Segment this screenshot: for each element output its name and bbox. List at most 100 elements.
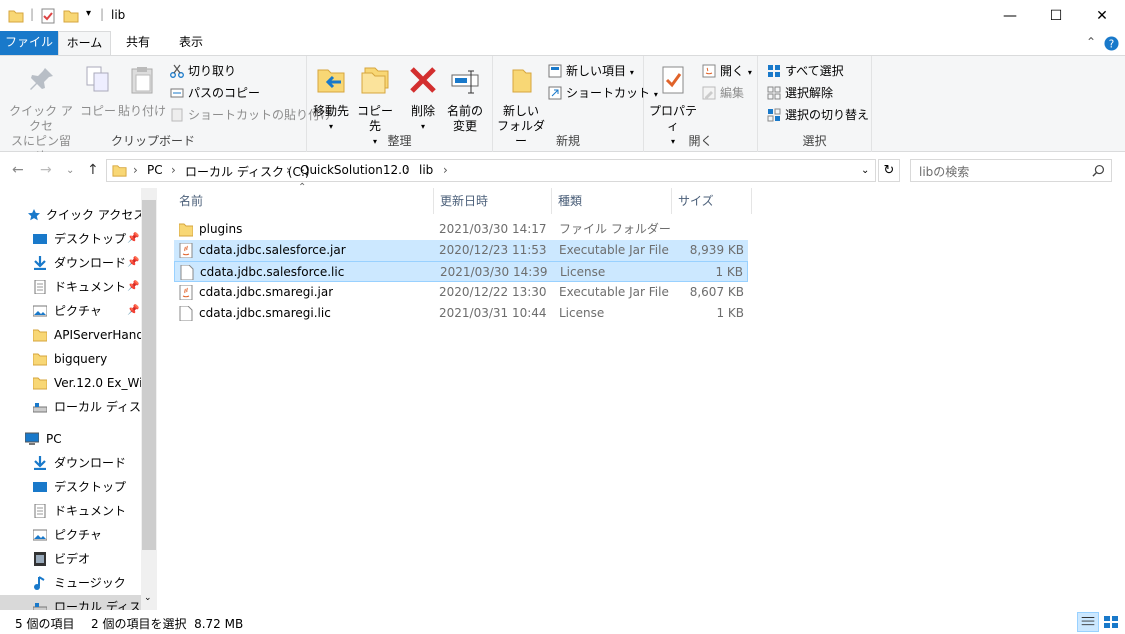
- nav-pc-desktop[interactable]: デスクトップ: [0, 475, 141, 499]
- pinned-icon: 📌: [127, 281, 140, 292]
- folder-icon: [33, 329, 47, 342]
- copy-to-icon: [361, 67, 389, 94]
- address-row: ← → ⌄ ↑ › PC › ローカル ディスク (C:) › QuickSol…: [0, 152, 1125, 188]
- close-button[interactable]: ✕: [1079, 0, 1125, 31]
- tab-file[interactable]: ファイル: [0, 31, 58, 55]
- copy-button[interactable]: コピー: [80, 64, 116, 119]
- scissors-icon: [170, 64, 184, 78]
- rename-button[interactable]: 名前の 変更: [445, 64, 485, 134]
- copy-path-button[interactable]: パスのコピー: [170, 83, 260, 103]
- file-row-salesforce-jar[interactable]: cdata.jdbc.salesforce.jar 2020/12/23 11:…: [174, 240, 748, 261]
- nav-pc-videos[interactable]: ビデオ: [0, 547, 141, 571]
- svg-text:?: ?: [1109, 38, 1114, 50]
- breadcrumb-lib[interactable]: lib: [419, 163, 433, 177]
- separator: |: [30, 7, 35, 21]
- file-name: cdata.jdbc.salesforce.lic: [200, 265, 345, 279]
- customize-toolbar-icon[interactable]: ▾: [86, 8, 91, 19]
- select-none-button[interactable]: 選択解除: [767, 83, 833, 103]
- pin-quick-access-button[interactable]: クイック アクセ スにピン留め: [6, 64, 76, 164]
- forward-button[interactable]: →: [40, 162, 52, 178]
- nav-pc-pictures[interactable]: ピクチャ: [0, 523, 141, 547]
- large-icons-view-icon[interactable]: [1100, 612, 1122, 632]
- minimize-button[interactable]: —: [987, 0, 1033, 31]
- cut-button[interactable]: 切り取り: [170, 61, 236, 81]
- open-group: プロパティ ▾ 開く ▾ 編集 開く: [644, 56, 758, 152]
- copy-icon: [86, 66, 109, 92]
- paste-shortcut-icon: [171, 108, 183, 122]
- file-modified: 2021/03/30 14:39: [440, 265, 548, 279]
- file-type: Executable Jar File: [559, 285, 669, 299]
- column-header-type[interactable]: 種類: [552, 188, 672, 214]
- address-dropdown-icon[interactable]: ⌄: [861, 165, 869, 176]
- nav-item-downloads[interactable]: ダウンロード 📌: [0, 251, 141, 275]
- pictures-icon: [33, 529, 47, 541]
- rename-icon: [451, 70, 479, 94]
- paste-button[interactable]: 貼り付け: [118, 64, 166, 119]
- new-folder-icon[interactable]: [63, 7, 79, 25]
- nav-item-apiserverhands[interactable]: APIServerHands(: [0, 323, 141, 347]
- file-size: 8,939 KB: [689, 243, 744, 257]
- nav-pc-music[interactable]: ミュージック: [0, 571, 141, 595]
- file-modified: 2021/03/31 10:44: [439, 306, 547, 320]
- details-view-icon[interactable]: [1077, 612, 1099, 632]
- nav-item-local-disk[interactable]: ローカル ディスク (C: [0, 395, 141, 419]
- column-header-size[interactable]: サイズ: [672, 188, 752, 214]
- breadcrumb-local-disk[interactable]: ローカル ディスク (C:): [185, 163, 310, 180]
- file-type: ファイル フォルダー: [559, 222, 671, 236]
- nav-item-documents[interactable]: ドキュメント 📌: [0, 275, 141, 299]
- nav-item-ver12[interactable]: Ver.12.0 Ex_Wind: [0, 371, 141, 395]
- nav-item-bigquery[interactable]: bigquery: [0, 347, 141, 371]
- pinned-icon: 📌: [127, 257, 140, 268]
- properties-icon[interactable]: [40, 7, 56, 25]
- nav-scroll-thumb[interactable]: [142, 200, 156, 550]
- file-row-smaregi-lic[interactable]: cdata.jdbc.smaregi.lic 2021/03/31 10:44 …: [174, 303, 748, 324]
- folder-icon: [112, 165, 127, 177]
- breadcrumb-pc[interactable]: PC: [147, 163, 163, 177]
- shortcut-button[interactable]: ショートカット ▾: [548, 83, 658, 103]
- nav-item-pictures[interactable]: ピクチャ 📌: [0, 299, 141, 323]
- nav-item-desktop[interactable]: デスクトップ 📌: [0, 227, 141, 251]
- nav-pc[interactable]: PC: [0, 427, 141, 451]
- delete-button[interactable]: 削除 ▾: [405, 64, 441, 134]
- nav-scrollbar[interactable]: ⌄: [141, 188, 157, 610]
- tab-share[interactable]: 共有: [111, 31, 165, 55]
- help-icon[interactable]: ?: [1104, 36, 1119, 51]
- move-to-button[interactable]: 移動先 ▾: [311, 64, 351, 134]
- invert-selection-button[interactable]: 選択の切り替え: [767, 105, 869, 125]
- status-bar: 5 個の項目 2 個の項目を選択 8.72 MB: [0, 610, 1125, 634]
- back-button[interactable]: ←: [12, 162, 24, 178]
- open-button[interactable]: 開く ▾: [702, 61, 752, 81]
- nav-pc-local-disk[interactable]: ローカル ディスク (C: [0, 595, 141, 610]
- collapse-ribbon-icon[interactable]: ⌃: [1086, 35, 1096, 49]
- file-row-smaregi-jar[interactable]: cdata.jdbc.smaregi.jar 2020/12/22 13:30 …: [174, 282, 748, 303]
- edit-button[interactable]: 編集: [702, 83, 744, 103]
- tab-view[interactable]: 表示: [165, 31, 217, 55]
- address-bar[interactable]: › PC › ローカル ディスク (C:) › QuickSolution12.…: [106, 159, 876, 182]
- new-group-label: 新規: [555, 134, 580, 148]
- file-row-plugins[interactable]: plugins 2021/03/30 14:17 ファイル フォルダー: [174, 219, 748, 240]
- up-button[interactable]: ↑: [87, 162, 99, 178]
- column-header-modified[interactable]: 更新日時: [434, 188, 552, 214]
- file-row-salesforce-lic[interactable]: cdata.jdbc.salesforce.lic 2021/03/30 14:…: [174, 261, 748, 282]
- nav-pc-documents[interactable]: ドキュメント: [0, 499, 141, 523]
- scroll-down-icon[interactable]: ⌄: [144, 593, 152, 603]
- nav-pc-downloads[interactable]: ダウンロード: [0, 451, 141, 475]
- select-all-button[interactable]: すべて選択: [767, 61, 844, 81]
- refresh-button[interactable]: ↻: [878, 159, 900, 182]
- title-bar: | ▾ | lib — ☐ ✕: [0, 0, 1125, 31]
- drive-icon: [33, 403, 47, 413]
- new-item-button[interactable]: 新しい項目 ▾: [548, 61, 634, 81]
- breadcrumb-quicksolution[interactable]: QuickSolution12.0: [300, 163, 410, 177]
- maximize-button[interactable]: ☐: [1033, 0, 1079, 31]
- recent-locations-button[interactable]: ⌄: [66, 165, 74, 176]
- document-icon: [34, 504, 46, 518]
- search-box[interactable]: libの検索: [910, 159, 1112, 182]
- navigation-pane: クイック アクセス デスクトップ 📌 ダウンロード 📌 ドキュメント 📌 ピクチ…: [0, 188, 157, 610]
- desktop-icon: [33, 234, 47, 244]
- nav-quick-access[interactable]: クイック アクセス: [0, 203, 141, 227]
- column-header-name[interactable]: 名前: [173, 188, 434, 214]
- search-input[interactable]: libの検索: [919, 163, 969, 180]
- tab-home[interactable]: ホーム: [58, 31, 111, 56]
- java-icon: [702, 64, 716, 78]
- select-group-label: 選択: [802, 134, 827, 148]
